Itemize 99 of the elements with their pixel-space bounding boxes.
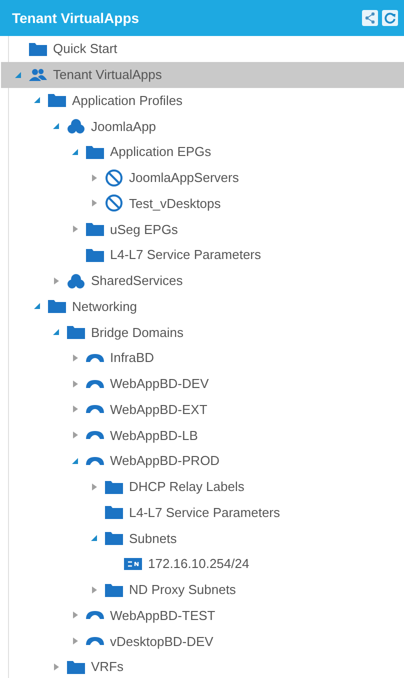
folder-icon <box>67 660 85 674</box>
cloud-icon <box>67 272 85 289</box>
expand-arrow-icon[interactable] <box>70 378 80 389</box>
tree-item[interactable]: WebAppBD-EXT <box>1 396 404 422</box>
tree-item-label: InfraBD <box>110 350 154 366</box>
bridge-icon <box>86 431 104 440</box>
tree-item[interactable]: Application Profiles <box>1 88 404 114</box>
tree-item[interactable]: 172.16.10.254/24 <box>1 551 404 577</box>
tree-item[interactable]: L4-L7 Service Parameters <box>1 500 404 526</box>
folder-icon <box>86 144 104 159</box>
tree-item[interactable]: JoomlaApp <box>1 113 404 139</box>
tree-item-label: WebAppBD-TEST <box>110 608 216 623</box>
folder-icon <box>105 531 123 546</box>
bridge-icon <box>86 354 104 362</box>
tree-item-label: Subnets <box>129 530 177 546</box>
tree-item[interactable]: WebAppBD-DEV <box>1 370 404 396</box>
tree-item[interactable]: Bridge Domains <box>1 319 404 345</box>
tree-item[interactable]: Networking <box>1 294 404 320</box>
tree-item[interactable]: Application EPGs <box>1 139 404 165</box>
tree-item-label: uSeg EPGs <box>110 222 178 237</box>
tree-item[interactable]: Quick Start <box>1 36 404 62</box>
tree-item-label: vDesktopBD-DEV <box>110 634 214 649</box>
bridge-icon <box>86 456 104 465</box>
tree-item-label: Tenant VirtualApps <box>53 67 162 82</box>
tree-item[interactable]: ND Proxy Subnets <box>1 576 404 602</box>
tree-item-label: Quick Start <box>53 41 118 56</box>
collapse-arrow-icon[interactable] <box>51 121 61 132</box>
folder-icon <box>29 42 47 56</box>
blocked-icon <box>105 194 123 212</box>
folder-icon <box>105 505 123 520</box>
tree-item[interactable]: Tenant VirtualApps <box>1 62 404 88</box>
tree-item-label: JoomlaAppServers <box>129 170 239 186</box>
tree-item-label: VRFs <box>91 659 124 674</box>
subnet-icon <box>124 558 142 570</box>
folder-icon <box>86 222 104 236</box>
tree-item[interactable]: InfraBD <box>1 345 404 371</box>
tree-item-label: WebAppBD-EXT <box>110 402 208 417</box>
bridge-icon <box>86 611 104 620</box>
expand-arrow-icon[interactable] <box>70 430 80 440</box>
tree-item[interactable]: L4-L7 Service Parameters <box>1 242 404 268</box>
expand-arrow-icon[interactable] <box>51 662 61 672</box>
tree-item-label: 172.16.10.254/24 <box>148 556 250 572</box>
tree-item[interactable]: WebAppBD-LB <box>1 422 404 448</box>
tree-item-label: Test_vDesktops <box>129 196 221 211</box>
tree-item[interactable]: SharedServices <box>1 268 404 294</box>
tree-item[interactable]: uSeg EPGs <box>1 216 404 242</box>
tree-item-label: DHCP Relay Labels <box>129 479 244 494</box>
expand-arrow-icon[interactable] <box>70 352 80 363</box>
tree-item-label: SharedServices <box>91 273 183 288</box>
tree-item-label: Networking <box>72 298 138 314</box>
collapse-arrow-icon[interactable] <box>70 456 80 466</box>
tree-item-label: L4-L7 Service Parameters <box>110 247 262 262</box>
collapse-arrow-icon[interactable] <box>89 533 99 544</box>
folder-icon <box>86 248 104 262</box>
folder-icon <box>105 582 123 597</box>
collapse-arrow-icon[interactable] <box>32 301 42 312</box>
people-icon <box>29 68 47 82</box>
expand-arrow-icon[interactable] <box>70 404 80 414</box>
tree-item[interactable]: WebAppBD-PROD <box>1 448 404 474</box>
expand-arrow-icon[interactable] <box>51 276 61 286</box>
bridge-icon <box>86 380 104 388</box>
collapse-arrow-icon[interactable] <box>51 327 61 338</box>
expand-arrow-icon[interactable] <box>89 584 99 595</box>
folder-icon <box>48 299 66 314</box>
tree-item[interactable]: DHCP Relay Labels <box>1 474 404 500</box>
bridge-icon <box>86 405 104 414</box>
tree-item[interactable]: JoomlaAppServers <box>1 164 404 190</box>
panel-title: Tenant VirtualApps <box>12 10 140 26</box>
collapse-arrow-icon[interactable] <box>32 95 42 106</box>
tree-item[interactable]: WebAppBD-TEST <box>1 602 404 628</box>
tree-item-label: WebAppBD-PROD <box>110 453 220 468</box>
expand-arrow-icon[interactable] <box>70 610 80 620</box>
tree-item-label: Application Profiles <box>72 92 183 108</box>
folder-icon <box>67 325 85 340</box>
bridge-icon <box>86 637 104 646</box>
tree-item[interactable]: vDesktopBD-DEV <box>1 628 404 654</box>
tree-item[interactable]: Test_vDesktops <box>1 190 404 216</box>
expand-arrow-icon[interactable] <box>70 224 80 234</box>
tree-item-label: ND Proxy Subnets <box>129 582 236 598</box>
tree-item[interactable]: Subnets <box>1 525 404 551</box>
tree-item-label: L4-L7 Service Parameters <box>129 504 280 520</box>
tree-item-label: JoomlaApp <box>91 118 156 134</box>
cloud-icon <box>67 118 85 134</box>
expand-arrow-icon[interactable] <box>89 172 99 183</box>
tree-item[interactable]: VRFs <box>1 654 404 678</box>
folder-icon <box>48 93 66 108</box>
tree-item-label: WebAppBD-LB <box>110 428 198 443</box>
tree-item-label: WebAppBD-DEV <box>110 376 209 392</box>
expand-arrow-icon[interactable] <box>70 636 80 646</box>
refresh-icon[interactable] <box>382 10 398 26</box>
tree-item-label: Application EPGs <box>110 144 212 160</box>
blocked-icon <box>105 168 123 187</box>
share-icon[interactable] <box>362 10 378 26</box>
collapse-arrow-icon[interactable] <box>70 146 80 157</box>
collapse-arrow-icon[interactable] <box>13 70 23 80</box>
expand-arrow-icon[interactable] <box>89 482 99 492</box>
folder-icon <box>105 480 123 494</box>
expand-arrow-icon[interactable] <box>89 198 99 208</box>
tree-item-label: Bridge Domains <box>91 324 184 340</box>
